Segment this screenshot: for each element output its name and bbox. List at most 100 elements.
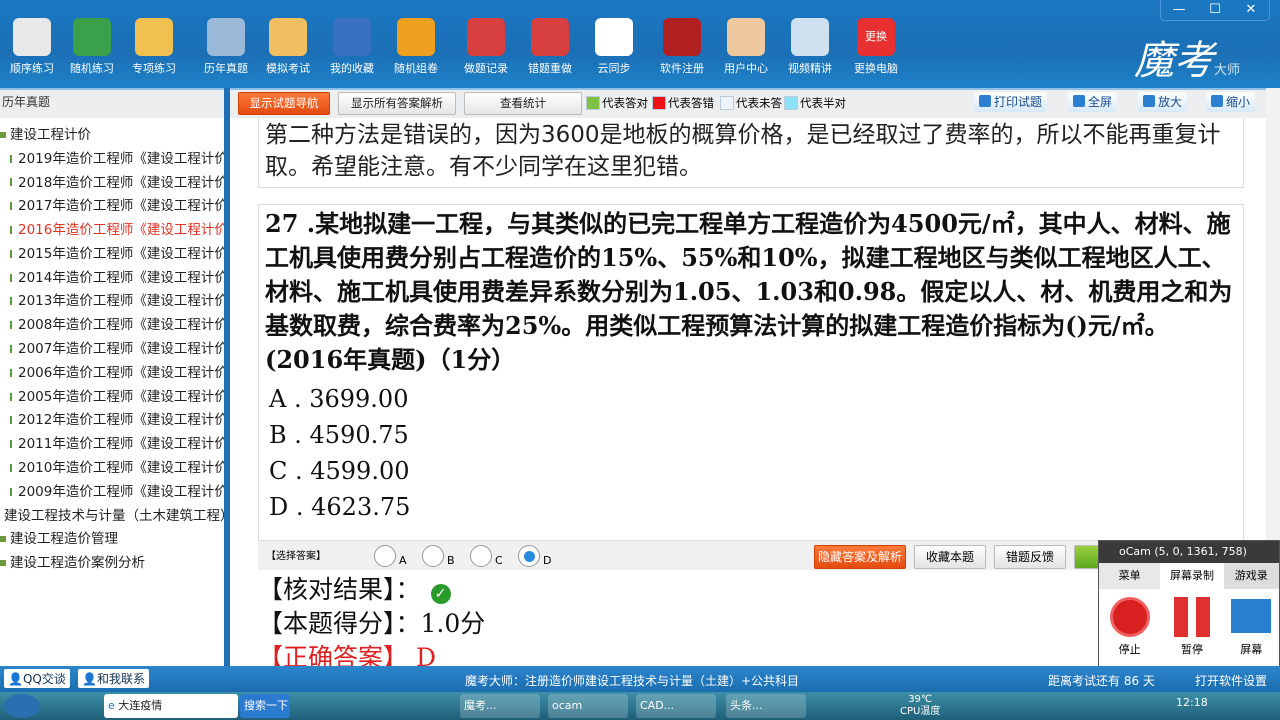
sidebar-tree-item[interactable]: 建设工程造价管理 xyxy=(0,528,224,552)
zoom-out-button[interactable]: 缩小 xyxy=(1206,92,1256,112)
sidebar-tree-item[interactable]: 建设工程造价案例分析 xyxy=(0,551,224,575)
sidebar-title: 历年真题 xyxy=(0,88,230,118)
printer-icon xyxy=(979,95,991,107)
option-d[interactable]: D . 4623.75 xyxy=(265,489,1237,525)
toolbar-sign-button[interactable]: 更换 更换电脑 xyxy=(846,18,906,76)
option-b[interactable]: B . 4590.75 xyxy=(265,417,1237,453)
show-nav-button[interactable]: 显示试题导航 xyxy=(238,92,330,115)
ocam-screen-button[interactable]: 屏幕 xyxy=(1224,597,1279,669)
start-button[interactable] xyxy=(4,694,40,718)
ocam-tab-game[interactable]: 游戏录 xyxy=(1223,563,1279,589)
sidebar-tree-item[interactable]: 2012年造价工程师《建设工程计价》 xyxy=(0,409,224,433)
show-all-answers-button[interactable]: 显示所有答案解析 xyxy=(338,92,456,115)
taskbar-app-cad[interactable]: CAD... xyxy=(636,694,716,718)
sidebar-tree-item[interactable]: 2011年造价工程师《建设工程计价》 xyxy=(0,432,224,456)
toolbar-collection-button[interactable]: 我的收藏 xyxy=(322,18,382,76)
correct-value: D xyxy=(415,643,437,666)
radio-circle[interactable] xyxy=(422,545,444,567)
close-button[interactable]: ✕ xyxy=(1233,0,1269,20)
toolbar-video-film-button[interactable]: 视频精讲 xyxy=(780,18,840,76)
toolbar-clipboard-pen-button[interactable]: 模拟考试 xyxy=(258,18,318,76)
tree-item-label: 建设工程技术与计量（土木建筑工程） xyxy=(4,507,230,524)
tree-item-label: 2019年造价工程师《建设工程计价》 xyxy=(18,150,230,167)
correct-label: 【正确答案】 xyxy=(258,643,409,666)
radio-c[interactable]: C xyxy=(470,545,503,567)
radio-d[interactable]: D xyxy=(518,545,551,567)
toolbar-document-check-button[interactable]: 顺序练习 xyxy=(2,18,62,76)
print-button[interactable]: 打印试题 xyxy=(974,92,1048,112)
option-a[interactable]: A . 3699.00 xyxy=(265,381,1237,417)
calendar-icon xyxy=(467,18,505,56)
sidebar-tree-item[interactable]: 2018年造价工程师《建设工程计价》 xyxy=(0,171,224,195)
radio-circle[interactable] xyxy=(470,545,492,567)
sidebar-tree-item[interactable]: 2017年造价工程师《建设工程计价》 xyxy=(0,194,224,218)
paper-icon xyxy=(10,368,12,377)
feedback-button[interactable]: 错题反馈 xyxy=(994,545,1066,569)
logo: 魔考大师 xyxy=(1134,28,1240,86)
temp-value: 39℃ xyxy=(908,694,933,705)
view-stats-button[interactable]: 查看统计 xyxy=(464,92,582,115)
search-button[interactable]: 搜索一下 xyxy=(240,694,290,718)
sidebar-tree: 建设工程计价 2019年造价工程师《建设工程计价》 2018年造价工程师《建设工程计… xyxy=(0,118,230,666)
paper-icon xyxy=(10,226,12,235)
radio-circle[interactable] xyxy=(518,545,540,567)
radio-b[interactable]: B xyxy=(422,545,455,567)
favorite-button[interactable]: 收藏本题 xyxy=(914,545,986,569)
toolbar-cloud-upload-button[interactable]: 云同步 xyxy=(584,18,644,76)
pause-icon xyxy=(1173,597,1210,637)
hide-answer-button[interactable]: 隐藏答案及解析 xyxy=(814,545,906,569)
maximize-button[interactable]: ☐ xyxy=(1197,0,1233,20)
search-box[interactable]: e 大连疫情 xyxy=(104,694,238,718)
radio-a[interactable]: A xyxy=(374,545,407,567)
sidebar-tree-item[interactable]: 2014年造价工程师《建设工程计价》 xyxy=(0,266,224,290)
option-c[interactable]: C . 4599.00 xyxy=(265,453,1237,489)
sidebar-tree-item[interactable]: 2016年造价工程师《建设工程计价》 xyxy=(0,218,224,242)
sidebar-tree-item[interactable]: 2007年造价工程师《建设工程计价》 xyxy=(0,337,224,361)
sidebar-tree-item[interactable]: 2019年造价工程师《建设工程计价》 xyxy=(0,147,224,171)
radio-circle[interactable] xyxy=(374,545,396,567)
ocam-tab-menu[interactable]: 菜单 xyxy=(1099,563,1160,589)
sidebar-tree-item[interactable]: 2013年造价工程师《建设工程计价》 xyxy=(0,290,224,314)
magnifier-plus-icon xyxy=(1143,95,1155,107)
ocam-stop-button[interactable]: 停止 xyxy=(1099,597,1160,669)
paper-icon xyxy=(10,345,12,354)
paper-icon xyxy=(10,154,12,163)
minimize-button[interactable]: — xyxy=(1161,0,1197,20)
toolbar-calendar-error-button[interactable]: 错题重做 xyxy=(520,18,580,76)
toolbar-folder-button[interactable]: 专项练习 xyxy=(124,18,184,76)
toolbar-refresh-arrows-button[interactable]: 随机练习 xyxy=(62,18,122,76)
taskbar-app-toutiao[interactable]: 头条... xyxy=(726,694,806,718)
sidebar-tree-item[interactable]: 建设工程计价 xyxy=(0,123,224,147)
taskbar-app-mokao[interactable]: 魔考... xyxy=(460,694,540,718)
ocam-tab-record[interactable]: 屏幕录制 xyxy=(1160,563,1224,589)
node-icon xyxy=(0,536,6,543)
toolbar-user-button[interactable]: 用户中心 xyxy=(716,18,776,76)
qq-chat-button[interactable]: 👤QQ交谈 xyxy=(4,669,70,688)
taskbar-app-ocam[interactable]: ocam xyxy=(548,694,628,718)
sidebar-tree-item[interactable]: 2009年造价工程师《建设工程计价》 xyxy=(0,480,224,504)
sidebar-tree-item[interactable]: 2010年造价工程师《建设工程计价》 xyxy=(0,456,224,480)
contact-button[interactable]: 👤和我联系 xyxy=(78,669,149,688)
video-film-icon xyxy=(791,18,829,56)
fullscreen-button[interactable]: 全屏 xyxy=(1068,92,1118,112)
folder-icon xyxy=(135,18,173,56)
ocam-pause-button[interactable]: 暂停 xyxy=(1160,597,1223,669)
screen-label: 屏幕 xyxy=(1240,643,1263,656)
paper-icon xyxy=(10,178,12,187)
legend-swatch xyxy=(784,96,798,110)
toolbar-archive-folder-button[interactable]: 历年真题 xyxy=(196,18,256,76)
sidebar-tree-item[interactable]: 2006年造价工程师《建设工程计价》 xyxy=(0,361,224,385)
sidebar-tree-item[interactable]: 2005年造价工程师《建设工程计价》 xyxy=(0,385,224,409)
question-number: 27 . xyxy=(265,209,316,238)
radio-label: A xyxy=(399,554,407,567)
toolbar-calendar-button[interactable]: 做题记录 xyxy=(456,18,516,76)
zoom-in-button[interactable]: 放大 xyxy=(1138,92,1188,112)
cloud-upload-icon xyxy=(595,18,633,56)
sidebar-tree-item[interactable]: 2015年造价工程师《建设工程计价》 xyxy=(0,242,224,266)
toolbar-padlock-button[interactable]: 软件注册 xyxy=(652,18,712,76)
open-settings-link[interactable]: 打开软件设置 xyxy=(1195,672,1267,689)
legend-swatch xyxy=(652,96,666,110)
sidebar-tree-item[interactable]: 建设工程技术与计量（土木建筑工程） xyxy=(0,504,224,528)
sidebar-tree-item[interactable]: 2008年造价工程师《建设工程计价》 xyxy=(0,313,224,337)
toolbar-flower-button[interactable]: 随机组卷 xyxy=(386,18,446,76)
